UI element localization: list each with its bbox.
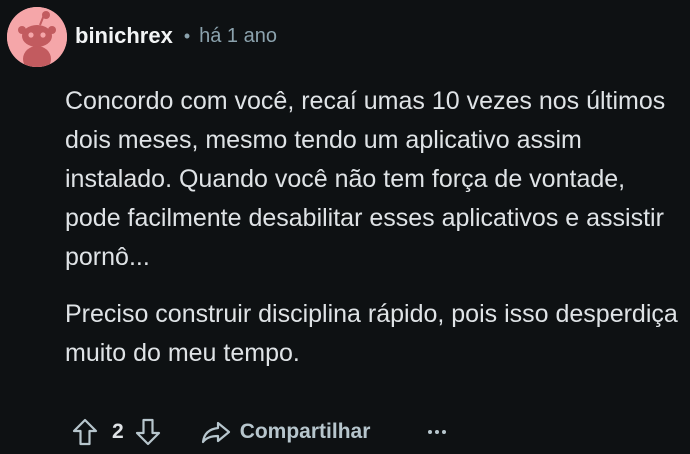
comment-header: binichrex • há 1 ano — [75, 20, 277, 52]
arrow-down-icon — [135, 418, 160, 446]
share-label: Compartilhar — [239, 420, 371, 443]
comment-paragraph: Preciso construir disciplina rápido, poi… — [65, 300, 678, 367]
share-button[interactable]: Compartilhar — [201, 420, 371, 444]
comment: binichrex • há 1 ano Concordo com você, … — [0, 0, 690, 454]
vote-count: 2 — [112, 420, 124, 443]
comment-timestamp[interactable]: há 1 ano — [199, 25, 277, 48]
author-username[interactable]: binichrex — [75, 23, 173, 49]
user-avatar[interactable] — [7, 7, 67, 67]
ellipsis-dot — [428, 430, 433, 434]
comment-actions: 2 Compartilhar — [72, 414, 447, 450]
meta-separator: • — [183, 25, 191, 46]
share-icon — [201, 421, 230, 444]
arrow-up-icon — [72, 418, 98, 446]
ellipsis-dot — [435, 430, 440, 434]
comment-body: Concordo com você, recaí umas 10 vezes n… — [65, 82, 680, 391]
comment-paragraph: Concordo com você, recaí umas 10 vezes n… — [65, 87, 666, 271]
upvote-button[interactable] — [72, 418, 98, 446]
more-options-button[interactable] — [428, 430, 447, 434]
downvote-button[interactable] — [135, 418, 161, 446]
reddit-snoo-icon — [7, 7, 67, 67]
ellipsis-dot — [442, 430, 447, 434]
